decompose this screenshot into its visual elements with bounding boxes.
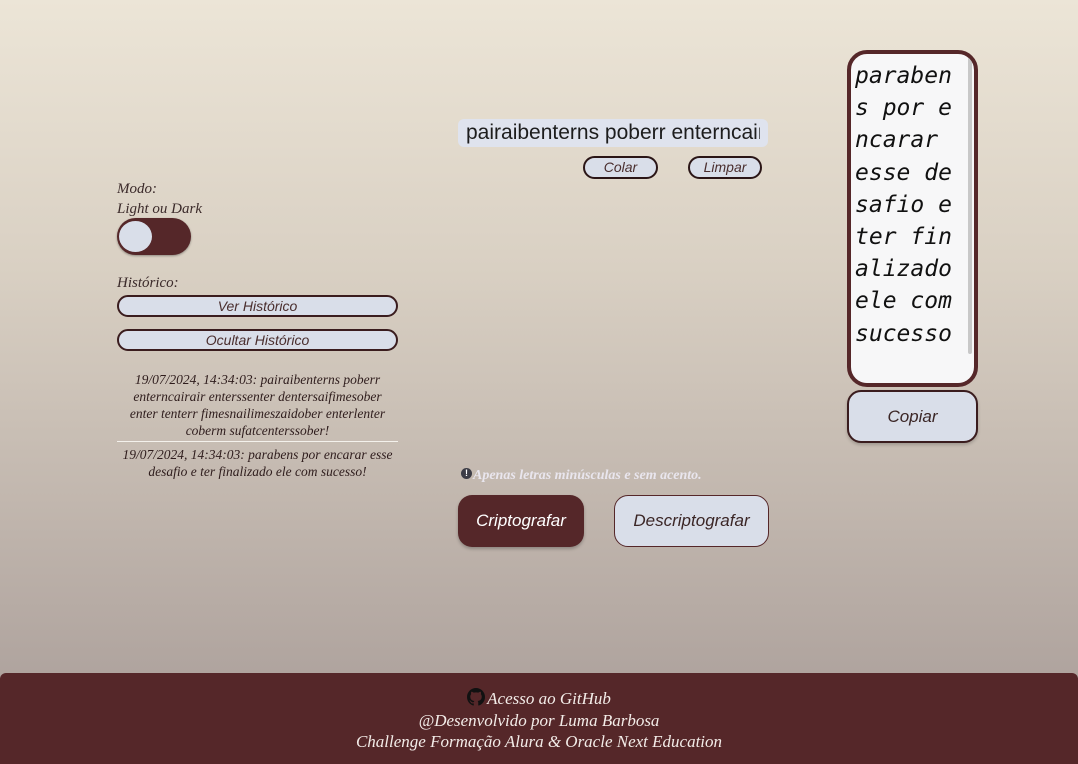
show-history-button[interactable]: Ver Histórico [117,295,398,317]
info-icon: ! [461,467,472,479]
theme-toggle[interactable] [117,218,191,255]
github-line: Acesso ao GitHub [0,687,1078,709]
history-label: Histórico: [117,275,179,291]
github-link[interactable]: Acesso ao GitHub [487,689,611,709]
encrypt-button[interactable]: Criptografar [458,495,584,547]
toggle-knob[interactable] [119,221,152,252]
footer-credit: @Desenvolvido por Luma Barbosa [418,711,660,730]
hide-history-button[interactable]: Ocultar Histórico [117,329,398,351]
notice-text: Apenas letras minúsculas e sem acento. [473,468,702,483]
text-input[interactable] [458,119,768,147]
footer: Acesso ao GitHub @Desenvolvido por Luma … [0,673,1078,764]
history-list: 19/07/2024, 14:34:03: pairaibenterns pob… [117,371,398,482]
github-icon[interactable] [467,688,486,706]
decrypt-button[interactable]: Descriptografar [614,495,769,547]
mode-label-line1: Modo: [117,181,157,197]
history-entry: 19/07/2024, 14:34:03: parabens por encar… [117,441,398,482]
paste-button[interactable]: Colar [583,156,658,179]
input-notice: ! Apenas letras minúsculas e sem acento. [461,467,702,484]
footer-challenge: Challenge Formação Alura & Oracle Next E… [355,732,723,751]
history-entry: 19/07/2024, 14:34:03: pairaibenterns pob… [129,372,386,438]
output-text: parabens por encarar esse desafio e ter … [855,63,952,347]
clear-button[interactable]: Limpar [688,156,762,179]
output-box[interactable]: parabens por encarar esse desafio e ter … [847,50,978,387]
mode-label-line2: Light ou Dark [117,201,203,217]
output-scrollbar[interactable] [968,56,972,354]
copy-button[interactable]: Copiar [847,390,978,443]
mode-label: Modo: Light ou Dark [117,179,202,219]
